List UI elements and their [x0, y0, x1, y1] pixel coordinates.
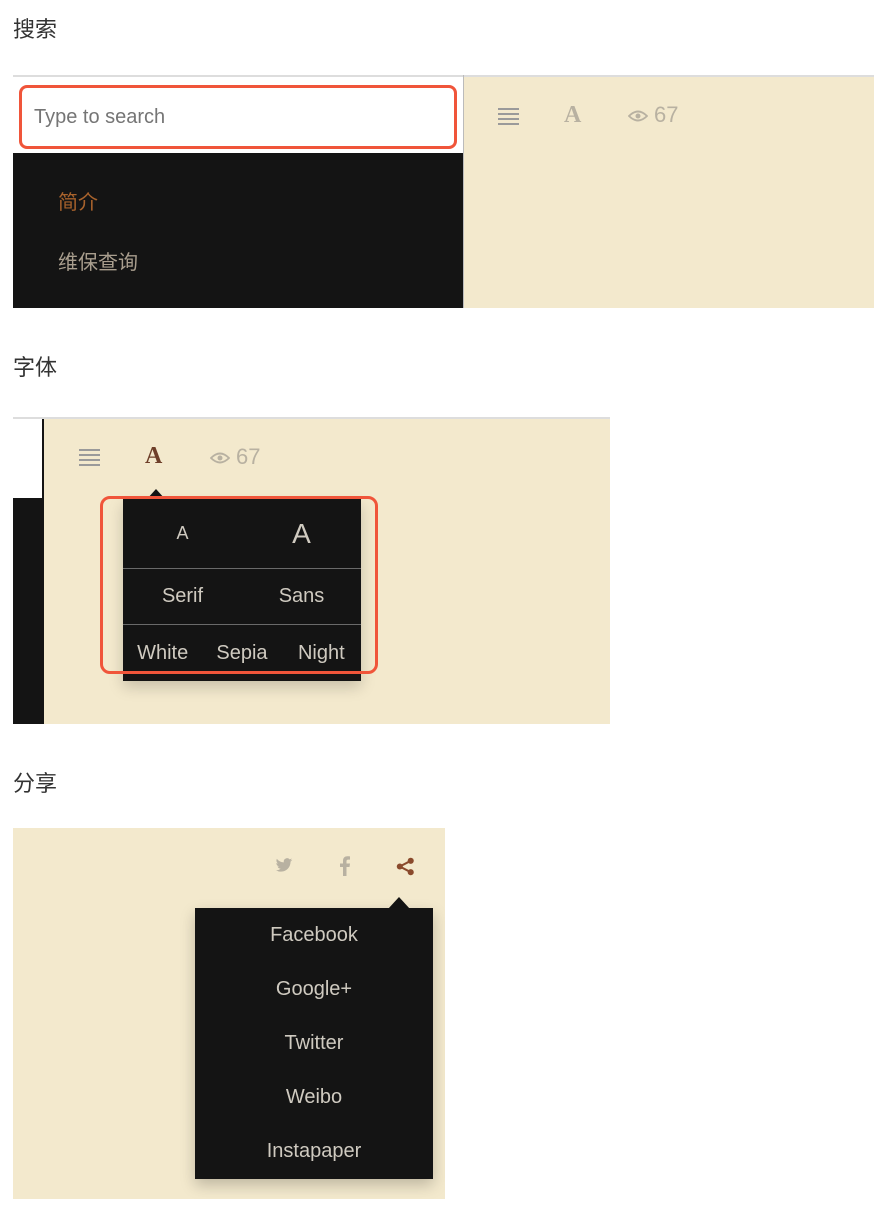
- search-screenshot: 简介 维保查询 A 67: [13, 75, 874, 308]
- search-input[interactable]: [19, 85, 457, 149]
- share-menu: Facebook Google+ Twitter Weibo Instapape…: [195, 908, 433, 1179]
- sidebar-item-intro[interactable]: 简介: [58, 186, 98, 215]
- view-count-value: 67: [654, 102, 679, 127]
- view-count-value: 67: [236, 444, 261, 469]
- share-icon[interactable]: [396, 857, 415, 876]
- eye-icon: [628, 110, 648, 122]
- share-twitter[interactable]: Twitter: [195, 1016, 433, 1070]
- share-facebook[interactable]: Facebook: [195, 908, 433, 962]
- share-screenshot: Facebook Google+ Twitter Weibo Instapape…: [13, 828, 445, 1199]
- sidebar-edge: [13, 498, 44, 724]
- toc-menu-icon[interactable]: [79, 449, 100, 466]
- sidebar-edge-top: [13, 419, 44, 498]
- font-settings-icon[interactable]: A: [145, 443, 162, 470]
- eye-icon: [210, 452, 230, 464]
- view-count: 67: [210, 444, 260, 470]
- share-section-heading: 分享: [13, 772, 58, 797]
- share-weibo[interactable]: Weibo: [195, 1070, 433, 1124]
- reader-pane: A 67: [464, 75, 874, 308]
- font-settings-icon[interactable]: A: [564, 102, 581, 129]
- sidebar: 简介 维保查询: [13, 75, 463, 308]
- font-section-heading: 字体: [13, 356, 58, 381]
- twitter-icon[interactable]: [275, 858, 293, 873]
- highlight-frame: [100, 496, 378, 674]
- view-count: 67: [628, 102, 678, 128]
- share-instapaper[interactable]: Instapaper: [195, 1124, 433, 1178]
- search-section-heading: 搜索: [13, 18, 58, 43]
- facebook-icon[interactable]: [340, 856, 350, 876]
- toc-menu-icon[interactable]: [498, 108, 519, 125]
- sidebar-item-warranty-lookup[interactable]: 维保查询: [58, 246, 138, 275]
- font-screenshot: A 67 A A Serif Sans White Sepia Night: [13, 417, 610, 724]
- search-area: [13, 75, 463, 153]
- share-google-plus[interactable]: Google+: [195, 962, 433, 1016]
